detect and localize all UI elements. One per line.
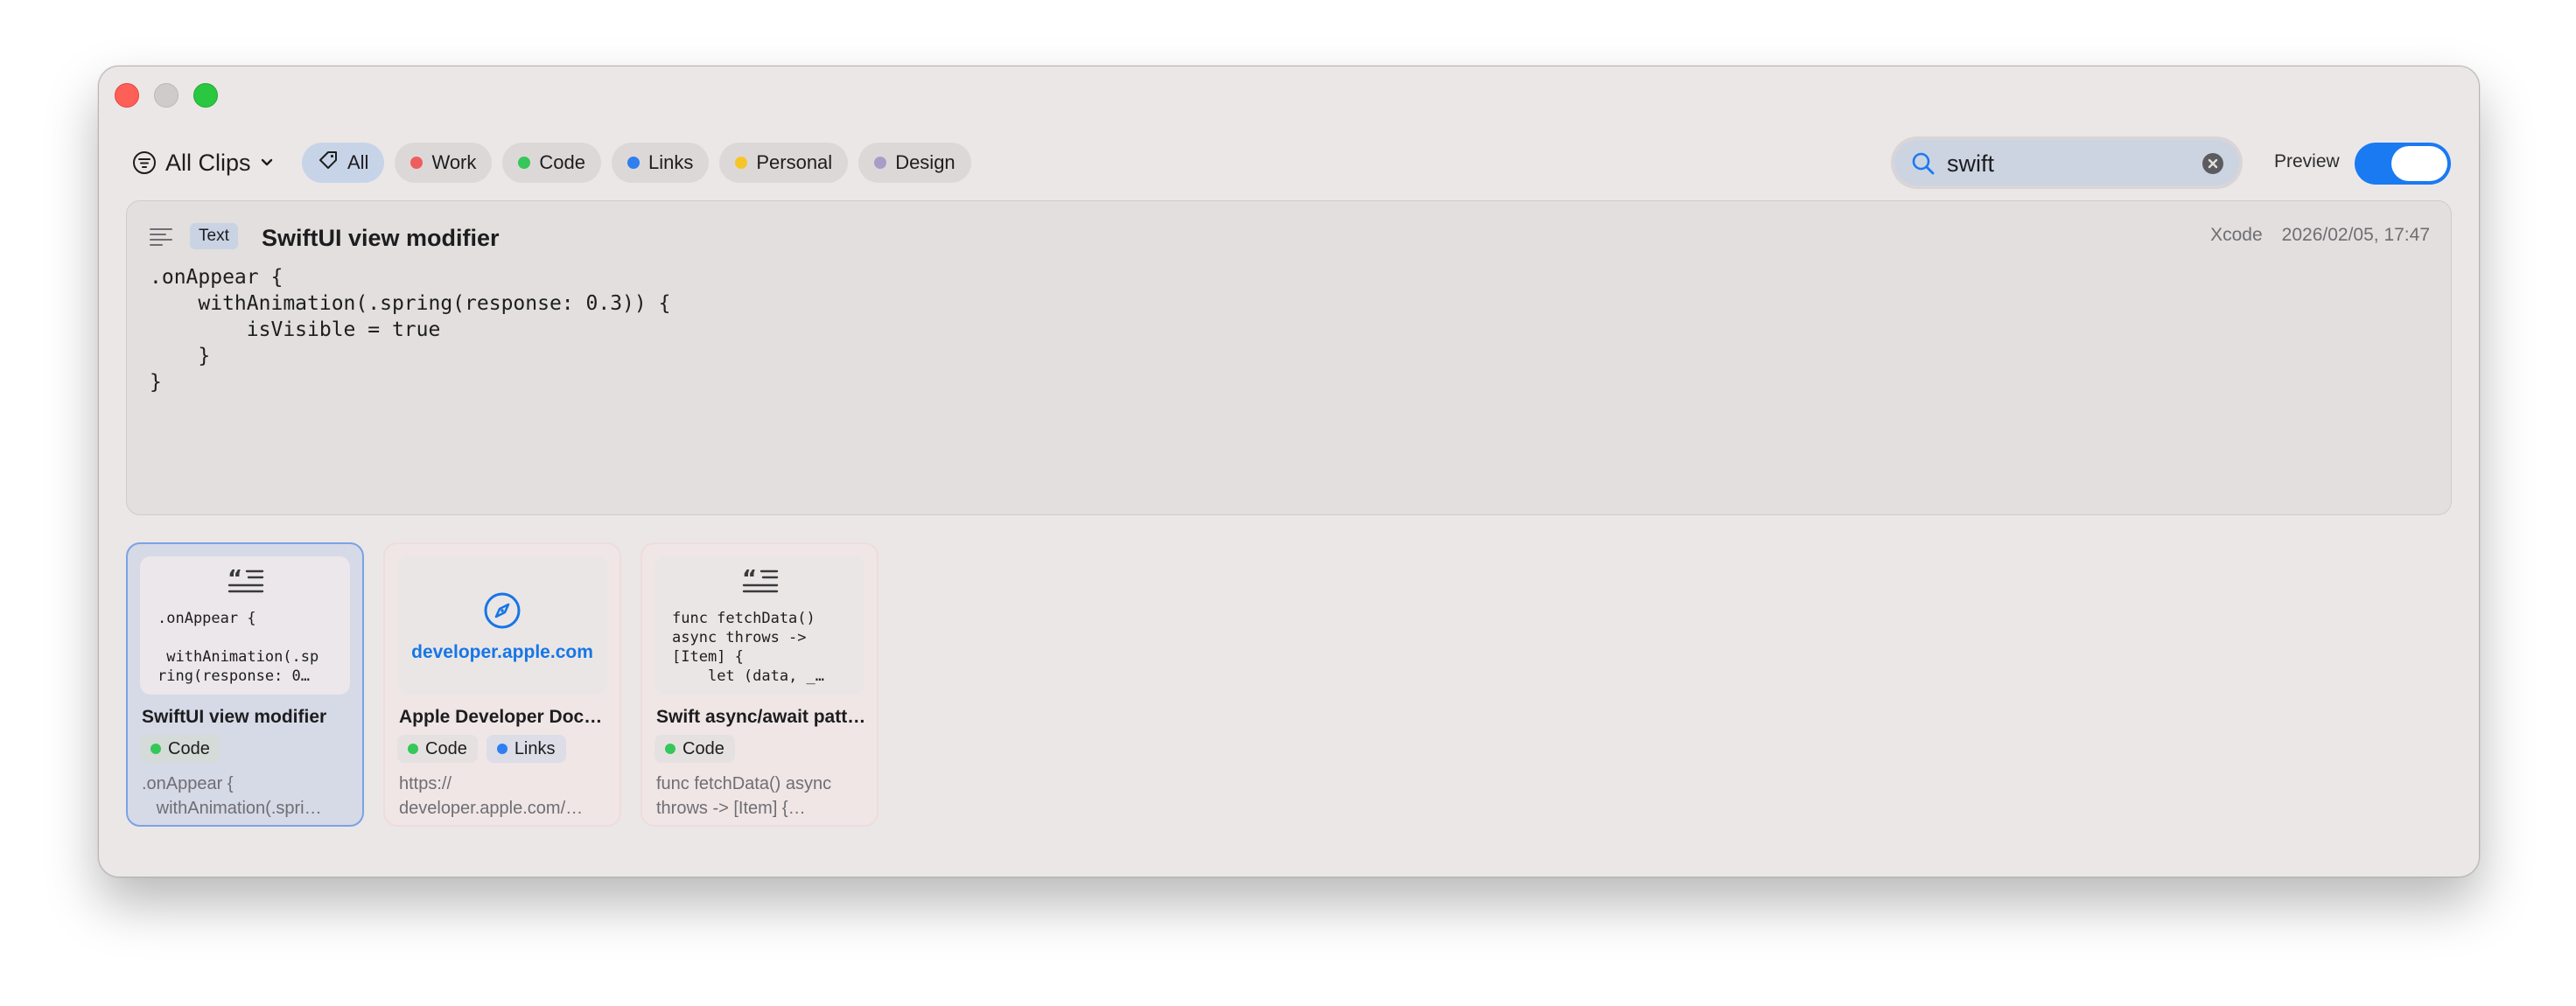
svg-text:“: “: [742, 567, 757, 592]
clip-title: SwiftUI view modifier: [142, 707, 327, 727]
source-app: Xcode: [2210, 225, 2263, 245]
clear-search-icon[interactable]: [2202, 153, 2223, 174]
preview-toggle[interactable]: [2355, 143, 2451, 185]
clip-tags: Code: [654, 735, 735, 763]
search-input[interactable]: [1945, 147, 2194, 180]
thumbnail-text: func fetchData() async throws -> [Item] …: [672, 610, 825, 685]
color-dot-icon: [150, 744, 161, 754]
quote-text-icon: “: [742, 566, 779, 599]
tag-filter-bar: All Work Code Links Personal Design: [302, 143, 971, 183]
clip-snippet: .onAppear { withAnimation(.spri…: [142, 774, 322, 818]
filter-chip-all[interactable]: All: [302, 143, 385, 183]
clip-thumbnail: “ .onAppear { withAnimation(.sp ring(res…: [140, 556, 350, 695]
search-icon: [1910, 150, 1936, 181]
clip-title: Swift async/await patt…: [656, 707, 866, 727]
clip-preview-panel: Text SwiftUI view modifier Xcode 2026/02…: [126, 200, 2452, 515]
color-dot-icon: [626, 157, 640, 169]
filter-chip-label: Code: [539, 151, 585, 173]
tag-badge-code: Code: [654, 735, 735, 763]
filter-chip-links[interactable]: Links: [611, 143, 710, 183]
tag-badge-links: Links: [486, 735, 566, 763]
clip-tags: Code Links: [397, 735, 566, 763]
tag-badge-code: Code: [397, 735, 478, 763]
preview-toggle-label: Preview: [2274, 151, 2340, 171]
collection-label: All Clips: [165, 149, 251, 176]
clip-snippet: func fetchData() async throws -> [Item] …: [656, 774, 832, 818]
clip-type-badge: Text: [190, 223, 238, 249]
filter-chip-label: Design: [895, 151, 956, 173]
svg-text:“: “: [228, 567, 242, 592]
color-dot-icon: [735, 157, 748, 169]
tag-label: Code: [425, 738, 467, 758]
clip-thumbnail: “ func fetchData() async throws -> [Item…: [654, 556, 864, 695]
clip-list: “ .onAppear { withAnimation(.sp ring(res…: [126, 542, 878, 827]
quote-text-icon: “: [228, 566, 264, 599]
color-dot-icon: [496, 744, 508, 754]
filter-chip-design[interactable]: Design: [858, 143, 971, 183]
clip-card[interactable]: “ func fetchData() async throws -> [Item…: [640, 542, 878, 827]
color-dot-icon: [410, 157, 424, 169]
clip-snippet: https:// developer.apple.com/…: [399, 774, 584, 818]
filter-chip-label: All: [347, 151, 369, 173]
chevron-down-icon: [260, 157, 274, 168]
collection-menu-button[interactable]: All Clips: [132, 136, 274, 189]
filter-chip-work[interactable]: Work: [395, 143, 493, 183]
tag-label: Code: [168, 738, 210, 758]
filter-list-icon: [132, 150, 157, 175]
filter-chip-label: Links: [648, 151, 694, 173]
filter-chip-label: Personal: [756, 151, 833, 173]
tag-icon: [318, 150, 339, 176]
search-field: [1891, 136, 2243, 189]
clip-card[interactable]: “ .onAppear { withAnimation(.sp ring(res…: [126, 542, 364, 827]
safari-compass-icon: [483, 591, 522, 634]
preview-title: SwiftUI view modifier: [262, 225, 500, 251]
filter-chip-personal[interactable]: Personal: [719, 143, 849, 183]
clip-card[interactable]: developer.apple.com Apple Developer Docu…: [383, 542, 621, 827]
color-dot-icon: [408, 744, 418, 754]
preview-content: .onAppear { withAnimation(.spring(respon…: [150, 266, 671, 394]
text-lines-icon: [150, 227, 172, 251]
close-window-button[interactable]: [115, 83, 139, 108]
tag-label: Code: [682, 738, 724, 758]
filter-chip-label: Work: [431, 151, 477, 173]
filter-chip-code[interactable]: Code: [502, 143, 601, 183]
tag-label: Links: [514, 738, 556, 758]
app-window: All Clips All Work Code Links Personal D…: [98, 66, 2480, 877]
color-dot-icon: [874, 157, 887, 169]
clip-title: Apple Developer Docu…: [399, 707, 609, 727]
color-dot-icon: [665, 744, 676, 754]
minimize-window-button[interactable]: [154, 83, 178, 108]
clip-thumbnail: developer.apple.com: [397, 556, 607, 695]
toolbar: All Clips All Work Code Links Personal D…: [99, 136, 2479, 189]
search-field-inner: [1894, 140, 2239, 185]
maximize-window-button[interactable]: [193, 83, 218, 108]
color-dot-icon: [518, 157, 531, 169]
thumbnail-text: .onAppear { withAnimation(.sp ring(respo…: [158, 610, 319, 685]
timestamp: 2026/02/05, 17:47: [2281, 225, 2430, 245]
tag-badge-code: Code: [140, 735, 220, 763]
preview-meta: Xcode 2026/02/05, 17:47: [2210, 225, 2430, 246]
clip-tags: Code: [140, 735, 220, 763]
toggle-knob: [2391, 146, 2447, 181]
thumbnail-link: developer.apple.com: [411, 642, 593, 662]
